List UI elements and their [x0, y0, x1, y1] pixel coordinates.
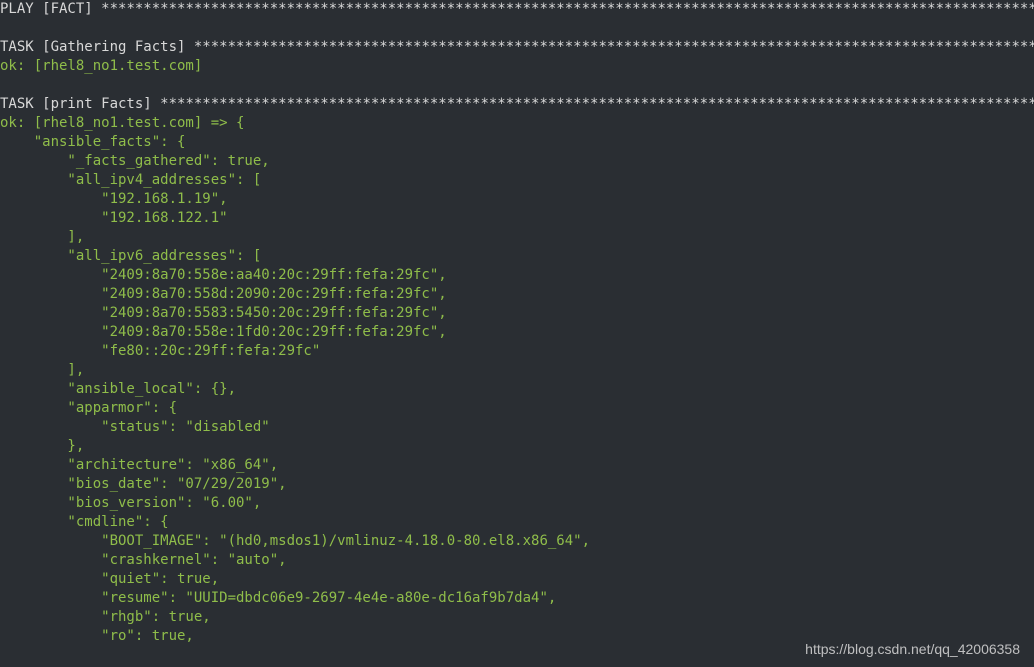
- terminal-line: [0, 76, 1034, 95]
- terminal-segment: "rhgb": true,: [0, 609, 211, 625]
- terminal-line: "2409:8a70:5583:5450:20c:29ff:fefa:29fc"…: [0, 304, 1034, 323]
- terminal-segment: "ansible_local": {},: [0, 381, 236, 397]
- terminal-segment: "2409:8a70:558e:1fd0:20c:29ff:fefa:29fc"…: [0, 324, 447, 340]
- terminal-line: },: [0, 437, 1034, 456]
- terminal-segment: "fe80::20c:29ff:fefa:29fc": [0, 343, 320, 359]
- terminal-line: "status": "disabled": [0, 418, 1034, 437]
- terminal-segment: ****************************************…: [194, 39, 1034, 55]
- terminal-line: TASK [print Facts] *********************…: [0, 95, 1034, 114]
- terminal-line: ok: [rhel8_no1.test.com] => {: [0, 114, 1034, 133]
- terminal-segment: },: [0, 438, 84, 454]
- terminal-segment: "_facts_gathered": true,: [0, 153, 270, 169]
- terminal-line: "cmdline": {: [0, 513, 1034, 532]
- terminal-line: "all_ipv6_addresses": [: [0, 247, 1034, 266]
- terminal-line: PLAY [FACT] ****************************…: [0, 0, 1034, 19]
- terminal-line: "architecture": "x86_64",: [0, 456, 1034, 475]
- terminal-line: "quiet": true,: [0, 570, 1034, 589]
- terminal-segment: "crashkernel": "auto",: [0, 552, 287, 568]
- terminal-line: "bios_version": "6.00",: [0, 494, 1034, 513]
- terminal-segment: "ansible_facts": {: [0, 134, 185, 150]
- terminal-segment: "cmdline": {: [0, 514, 169, 530]
- terminal-line: ok: [rhel8_no1.test.com]: [0, 57, 1034, 76]
- terminal-segment: "192.168.1.19",: [0, 191, 228, 207]
- terminal-line: "ansible_local": {},: [0, 380, 1034, 399]
- terminal-segment: "all_ipv4_addresses": [: [0, 172, 261, 188]
- terminal-line: ],: [0, 228, 1034, 247]
- terminal-segment: ],: [0, 229, 84, 245]
- terminal-segment: ],: [0, 362, 84, 378]
- terminal-line: "192.168.122.1": [0, 209, 1034, 228]
- terminal-line: "resume": "UUID=dbdc06e9-2697-4e4e-a80e-…: [0, 589, 1034, 608]
- terminal-segment: "all_ipv6_addresses": [: [0, 248, 261, 264]
- terminal-segment: "2409:8a70:558d:2090:20c:29ff:fefa:29fc"…: [0, 286, 447, 302]
- terminal-segment: TASK [Gathering Facts]: [0, 39, 194, 55]
- terminal-segment: "apparmor": {: [0, 400, 177, 416]
- terminal-line: ],: [0, 361, 1034, 380]
- terminal-segment: "ro": true,: [0, 628, 194, 644]
- terminal-segment: "BOOT_IMAGE": "(hd0,msdos1)/vmlinuz-4.18…: [0, 533, 590, 549]
- terminal-segment: ****************************************…: [160, 96, 1034, 112]
- terminal-segment: "2409:8a70:558e:aa40:20c:29ff:fefa:29fc"…: [0, 267, 447, 283]
- terminal-segment: "bios_date": "07/29/2019",: [0, 476, 287, 492]
- terminal-line: [0, 19, 1034, 38]
- terminal-line: "all_ipv4_addresses": [: [0, 171, 1034, 190]
- terminal-line: "bios_date": "07/29/2019",: [0, 475, 1034, 494]
- terminal-line: "fe80::20c:29ff:fefa:29fc": [0, 342, 1034, 361]
- terminal-output: PLAY [FACT] ****************************…: [0, 0, 1034, 667]
- terminal-segment: ok: [rhel8_no1.test.com] => {: [0, 115, 244, 131]
- terminal-segment: "192.168.122.1": [0, 210, 228, 226]
- terminal-segment: "architecture": "x86_64",: [0, 457, 278, 473]
- terminal-segment: "resume": "UUID=dbdc06e9-2697-4e4e-a80e-…: [0, 590, 556, 606]
- terminal-segment: "status": "disabled": [0, 419, 270, 435]
- terminal-line: TASK [Gathering Facts] *****************…: [0, 38, 1034, 57]
- terminal-line: "_facts_gathered": true,: [0, 152, 1034, 171]
- terminal-segment: TASK [print Facts]: [0, 96, 160, 112]
- terminal-segment: "quiet": true,: [0, 571, 219, 587]
- terminal-line: "BOOT_IMAGE": "(hd0,msdos1)/vmlinuz-4.18…: [0, 532, 1034, 551]
- terminal-segment: "bios_version": "6.00",: [0, 495, 261, 511]
- terminal-line: "2409:8a70:558e:aa40:20c:29ff:fefa:29fc"…: [0, 266, 1034, 285]
- terminal-segment: ok: [rhel8_no1.test.com]: [0, 58, 202, 74]
- terminal-line: "2409:8a70:558d:2090:20c:29ff:fefa:29fc"…: [0, 285, 1034, 304]
- terminal-segment: PLAY [FACT]: [0, 1, 101, 17]
- terminal-line: "192.168.1.19",: [0, 190, 1034, 209]
- terminal-line: "ansible_facts": {: [0, 133, 1034, 152]
- terminal-line: "rhgb": true,: [0, 608, 1034, 627]
- terminal-segment: ****************************************…: [101, 1, 1034, 17]
- terminal-line: "crashkernel": "auto",: [0, 551, 1034, 570]
- terminal-segment: "2409:8a70:5583:5450:20c:29ff:fefa:29fc"…: [0, 305, 447, 321]
- terminal-line: "2409:8a70:558e:1fd0:20c:29ff:fefa:29fc"…: [0, 323, 1034, 342]
- watermark: https://blog.csdn.net/qq_42006358: [805, 640, 1020, 659]
- terminal-line: "apparmor": {: [0, 399, 1034, 418]
